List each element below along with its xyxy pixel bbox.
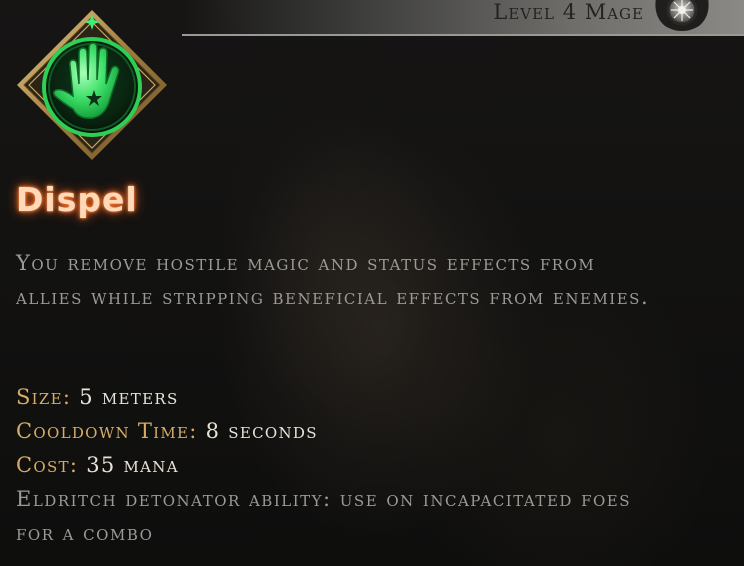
dispel-hand-icon [17,10,167,160]
ability-description: You remove hostile magic and status effe… [16,251,650,309]
character-level-label: Level 4 Mage [493,0,644,24]
stat-value: 5 meters [79,385,179,409]
stat-value: 8 seconds [205,419,318,443]
stat-label: Size: [16,385,72,409]
stat-size: Size: 5 meters [16,380,716,414]
stat-cost: Cost: 35 mana [16,448,716,482]
stat-cooldown: Cooldown Time: 8 seconds [16,414,716,448]
stat-label: Cost: [16,453,79,477]
character-header-bar: Level 4 Mage [182,0,744,36]
ability-name: Dispel [16,180,138,219]
ability-stats: Size: 5 meters Cooldown Time: 8 seconds … [16,380,716,550]
stat-value: 35 mana [86,453,179,477]
combo-note: Eldritch detonator ability: use on incap… [16,487,632,545]
mage-emblem-icon [655,0,709,31]
stat-label: Cooldown Time: [16,419,198,443]
